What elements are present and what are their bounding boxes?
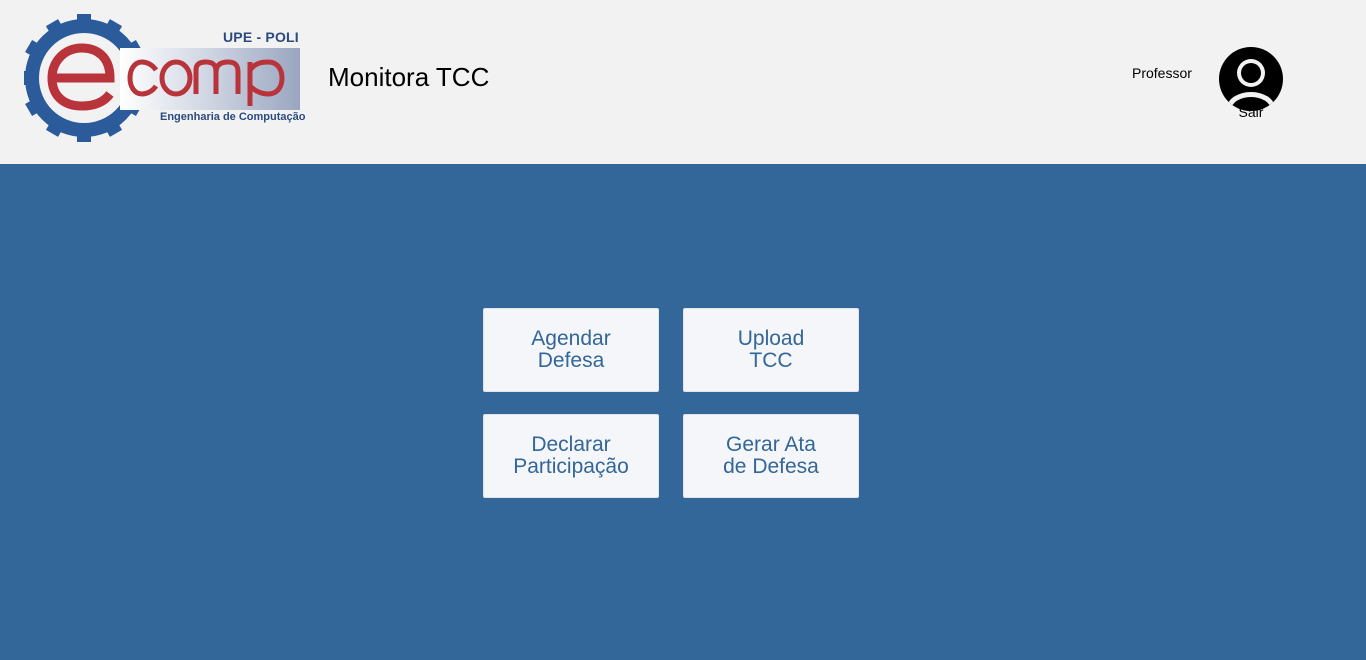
logo-upe-text: UPE - POLI xyxy=(223,29,299,45)
agendar-defesa-button[interactable]: Agendar Defesa xyxy=(483,308,659,392)
declarar-participacao-button[interactable]: Declarar Participação xyxy=(483,414,659,498)
header: UPE - POLI Engenharia de Computação Moni… xyxy=(0,0,1366,164)
logout-link[interactable]: Sair xyxy=(1233,104,1269,120)
logo-subtitle: Engenharia de Computação xyxy=(160,111,306,123)
ecomp-logo: UPE - POLI Engenharia de Computação xyxy=(24,14,314,144)
main-panel: Agendar Defesa Upload TCC Declarar Parti… xyxy=(0,164,1366,660)
app-title: Monitora TCC xyxy=(328,62,490,92)
user-role-label: Professor xyxy=(1132,65,1192,81)
upload-tcc-button[interactable]: Upload TCC xyxy=(683,308,859,392)
gerar-ata-defesa-button[interactable]: Gerar Ata de Defesa xyxy=(683,414,859,498)
user-avatar-icon[interactable] xyxy=(1218,46,1284,112)
